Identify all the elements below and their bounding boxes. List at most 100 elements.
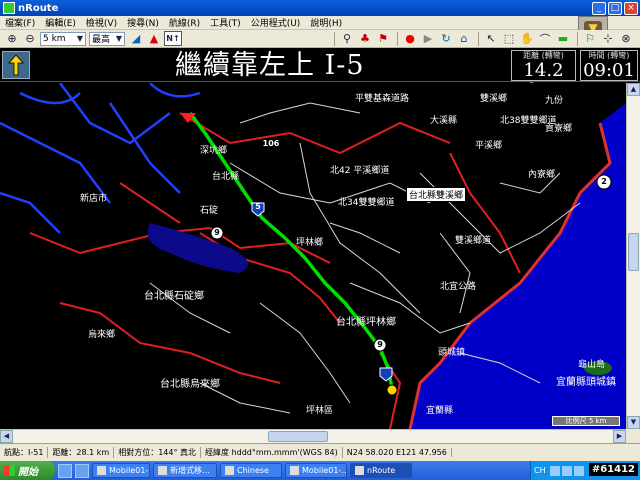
- quick-launch-icon[interactable]: [58, 463, 72, 478]
- measure-icon[interactable]: ⌒: [537, 31, 553, 46]
- status-bar: 航點：I-51 距離：28.1 km 相對方位：144° 真北 經緯度 hddd…: [0, 443, 640, 461]
- taskbar-task-active[interactable]: nRoute: [350, 463, 412, 478]
- map-label: 台北縣石碇鄉: [144, 291, 204, 302]
- map-label: 雙溪鄉: [480, 94, 508, 104]
- vertical-scroll-thumb[interactable]: [628, 233, 639, 271]
- vertical-scrollbar[interactable]: ▲ ▼: [626, 83, 640, 429]
- play-icon[interactable]: ▶: [420, 31, 436, 46]
- zoom-select[interactable]: 5 km ▼: [40, 31, 86, 46]
- map-label: 台北縣雙溪鄉: [406, 187, 467, 202]
- map-canvas: [0, 83, 626, 429]
- map-scale: 比例尺 5 km: [552, 416, 620, 426]
- tray-icon[interactable]: [549, 465, 560, 476]
- shield-label: 9: [214, 228, 220, 237]
- flag-icon[interactable]: ⚐: [582, 31, 598, 46]
- map-label: 內寮鄉: [528, 170, 556, 180]
- north-up-button[interactable]: N↑: [164, 31, 182, 46]
- language-indicator[interactable]: CH: [534, 466, 546, 475]
- refresh-icon[interactable]: ↻: [438, 31, 454, 46]
- map-label: 龜山島: [578, 360, 606, 370]
- position-arrow-icon[interactable]: ◢: [128, 31, 144, 46]
- map-label: 九份: [545, 96, 564, 106]
- menu-file[interactable]: 檔案(F): [0, 16, 40, 29]
- route-icon[interactable]: ⚑: [375, 31, 391, 46]
- task-label: Chinese: [237, 466, 269, 475]
- detail-select[interactable]: 最高 ▼: [89, 31, 125, 46]
- binoculars-icon[interactable]: ⚲: [339, 31, 355, 46]
- app-icon: [355, 466, 364, 475]
- taskbar-task[interactable]: Mobile01-…: [285, 463, 347, 478]
- time-box: 時間 (轉彎) 09:01: [580, 50, 638, 81]
- toolbar-separator: [397, 31, 398, 46]
- zoom-in-icon[interactable]: ⊕: [4, 31, 20, 46]
- quick-launch-icon[interactable]: [75, 463, 89, 478]
- menu-view[interactable]: 檢視(V): [81, 16, 122, 29]
- taskbar: 開始 Mobile01-… 新增式移… Chinese Mobile01-… n…: [0, 461, 640, 480]
- map-label: 深坑鄉: [200, 146, 228, 156]
- chevron-down-icon: ▼: [76, 34, 83, 43]
- close-button[interactable]: ×: [624, 1, 638, 15]
- taskbar-task[interactable]: 新增式移…: [153, 463, 217, 478]
- toolbar-separator: [334, 31, 335, 46]
- app-icon: [225, 466, 234, 475]
- watermark: #61412: [588, 463, 638, 476]
- app-icon: [290, 466, 299, 475]
- find-poi-icon[interactable]: ♣: [357, 31, 373, 46]
- menu-bar: 檔案(F) 編輯(E) 檢視(V) 搜尋(N) 航線(R) 工具(T) 公用程式…: [0, 16, 640, 30]
- title-bar: nRoute _ □ ×: [0, 0, 640, 16]
- shield-label: 9: [377, 340, 383, 349]
- distance-box: 距離 (轉彎) 14.2 km: [511, 50, 576, 101]
- horizontal-scroll-thumb[interactable]: [268, 431, 328, 442]
- select-tool-icon[interactable]: ⬚: [501, 31, 517, 46]
- tray-icon[interactable]: [561, 465, 572, 476]
- shield-label: 5: [255, 202, 261, 211]
- scroll-right-button[interactable]: ▶: [613, 430, 626, 443]
- compass-icon[interactable]: ⊗: [618, 31, 634, 46]
- minimize-button[interactable]: _: [592, 1, 606, 15]
- start-button[interactable]: 開始: [0, 461, 55, 480]
- menu-route[interactable]: 航線(R): [164, 16, 205, 29]
- map-label: 雙溪鄉道: [455, 236, 492, 246]
- record-icon[interactable]: ●: [402, 31, 418, 46]
- map-label: 大溪縣: [430, 116, 458, 126]
- map-label: 平溪鄉: [475, 141, 503, 151]
- taskbar-task[interactable]: Mobile01-…: [92, 463, 150, 478]
- vehicle-position: [386, 384, 398, 396]
- zoom-out-icon[interactable]: ⊖: [22, 31, 38, 46]
- guidance-banner: 繼續靠左上 I-5 距離 (轉彎) 14.2 km 時間 (轉彎) 09:01: [0, 49, 640, 101]
- menu-help[interactable]: 說明(H): [305, 16, 347, 29]
- map-label: 新店市: [80, 194, 108, 204]
- map-label: 宜蘭縣頭城鎮: [556, 377, 616, 388]
- zoom-value: 5 km: [43, 33, 66, 44]
- toolbar-separator: [478, 31, 479, 46]
- map-view[interactable]: 5 9 2 106 9 平雙基森道路 大溪縣 雙溪鄉 北38雙雙鄉道 貢寮鄉 九…: [0, 83, 626, 429]
- horizontal-scrollbar[interactable]: ◀ ▶: [0, 429, 626, 443]
- tray-icon[interactable]: [573, 465, 584, 476]
- time-value: 09:01: [583, 60, 635, 81]
- map-label: 北34雙雙鄉道: [338, 198, 395, 208]
- menu-edit[interactable]: 編輯(E): [40, 16, 81, 29]
- task-label: nRoute: [367, 466, 396, 475]
- home-icon[interactable]: ⌂: [456, 31, 472, 46]
- shield-label: 2: [601, 177, 607, 186]
- toolbar: ⊕ ⊖ 5 km ▼ 最高 ▼ ◢ ▲ N↑ ⚲ ♣ ⚑ ● ▶ ↻ ⌂ ↖ ⬚…: [0, 30, 640, 48]
- menu-search[interactable]: 搜尋(N): [122, 16, 164, 29]
- ruler-icon[interactable]: ▬: [555, 31, 571, 46]
- task-label: 新增式移…: [170, 466, 210, 475]
- scroll-up-button[interactable]: ▲: [627, 83, 640, 96]
- status-coord-format: 經緯度 hddd°mm.mmm'(WGS 84): [201, 447, 343, 458]
- detail-value: 最高: [92, 35, 111, 45]
- map-label: 貢寮鄉: [545, 124, 573, 134]
- menu-utilities[interactable]: 公用程式(U): [246, 16, 306, 29]
- menu-tools[interactable]: 工具(T): [205, 16, 246, 29]
- heading-arrow-icon[interactable]: ▲: [146, 31, 162, 46]
- scroll-down-button[interactable]: ▼: [627, 416, 640, 429]
- taskbar-task[interactable]: Chinese: [220, 463, 282, 478]
- pan-hand-icon[interactable]: ✋: [519, 31, 535, 46]
- gps-icon[interactable]: ⊹: [600, 31, 616, 46]
- blue-roads: [0, 83, 201, 234]
- maximize-button[interactable]: □: [608, 1, 622, 15]
- scroll-left-button[interactable]: ◀: [0, 430, 13, 443]
- pointer-icon[interactable]: ↖: [483, 31, 499, 46]
- app-icon: [97, 466, 106, 475]
